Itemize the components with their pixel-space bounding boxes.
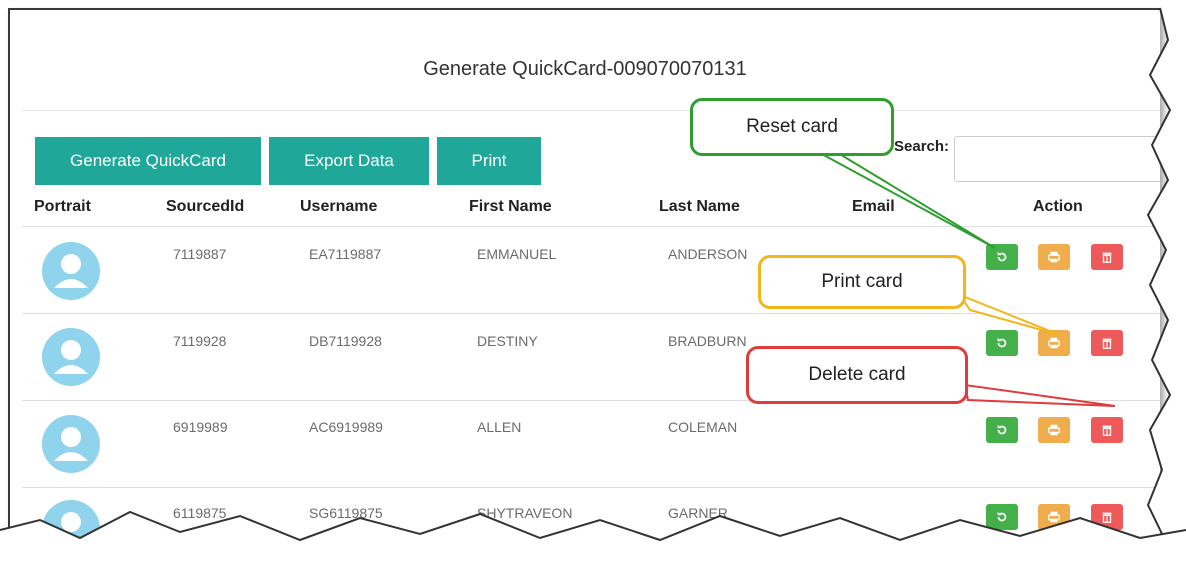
torn-edge-decoration: [0, 0, 1186, 564]
